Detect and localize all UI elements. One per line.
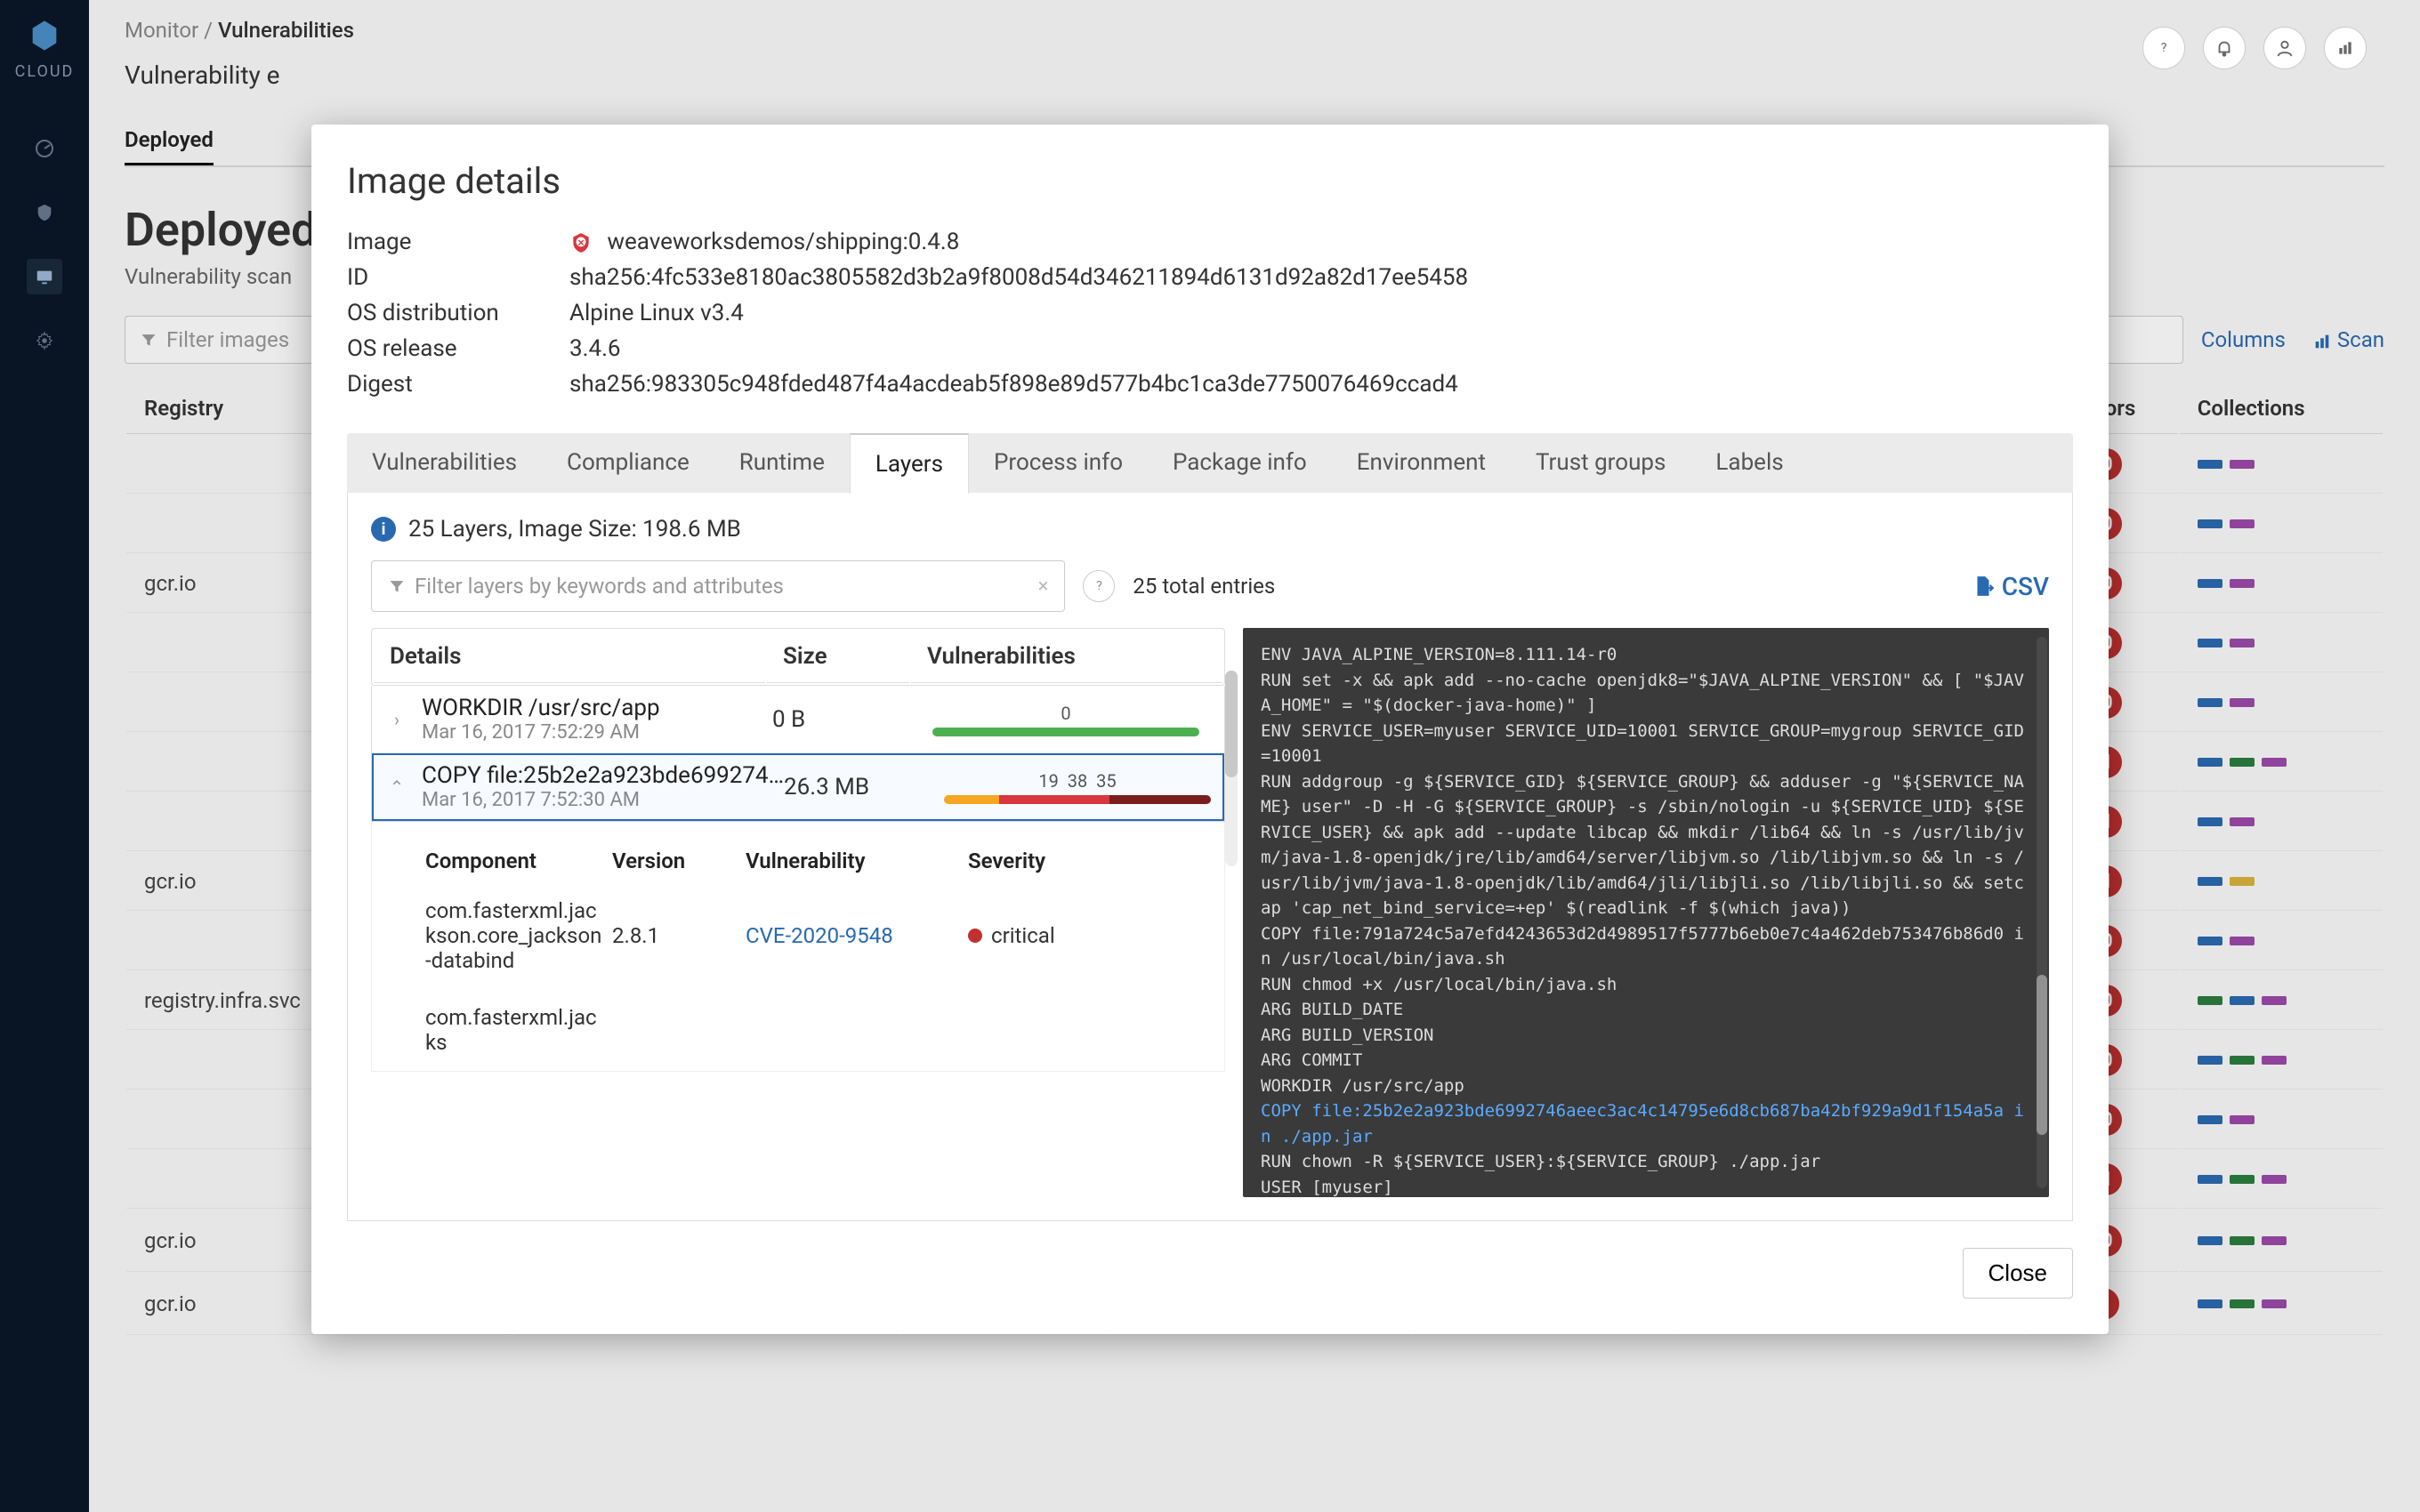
th-details[interactable]: Details [374, 631, 765, 683]
layers-table: Details Size Vulnerabilities [371, 628, 1225, 686]
modal-title: Image details [347, 160, 2073, 202]
meta-digest: sha256:983305c948fded487f4a4acdeab5f898e… [569, 371, 2073, 398]
svg-text:✕: ✕ [577, 238, 585, 248]
modal-tab-layers[interactable]: Layers [850, 433, 969, 494]
severity-cell: critical [968, 923, 1128, 948]
modal-tab-trust-groups[interactable]: Trust groups [1511, 433, 1690, 493]
severity-dot-icon [968, 929, 982, 943]
dockerfile-scrollbar[interactable] [2037, 637, 2047, 1188]
th-size[interactable]: Size [767, 631, 909, 683]
modal-tab-environment[interactable]: Environment [1332, 433, 1511, 493]
layer-expanded-panel: Component Version Vulnerability Severity… [371, 822, 1225, 1072]
info-icon: i [371, 517, 396, 542]
close-button[interactable]: Close [1963, 1248, 2073, 1299]
image-meta: Image ✕ weaveworksdemos/shipping:0.4.8 I… [347, 229, 2073, 398]
modal-overlay: Image details Image ✕ weaveworksdemos/sh… [0, 0, 2420, 1512]
layer-row[interactable]: ⌃ COPY file:25b2e2a923bde699274…Mar 16, … [372, 753, 1224, 821]
modal-tabs: VulnerabilitiesComplianceRuntimeLayersPr… [347, 433, 2073, 493]
component-row: com.fasterxml.jackson.core_jackson-datab… [425, 882, 1198, 989]
filter-layers-input[interactable]: Filter layers by keywords and attributes… [371, 560, 1065, 612]
modal-tab-runtime[interactable]: Runtime [714, 433, 850, 493]
filter-help-icon[interactable]: ? [1083, 570, 1115, 602]
image-details-modal: Image details Image ✕ weaveworksdemos/sh… [311, 125, 2109, 1334]
cve-link[interactable]: CVE-2020-9548 [746, 923, 893, 948]
th-vulnerabilities[interactable]: Vulnerabilities [911, 631, 1222, 683]
th-version[interactable]: Version [612, 848, 737, 873]
layer-row[interactable]: › WORKDIR /usr/src/appMar 16, 2017 7:52:… [372, 686, 1224, 753]
export-csv-button[interactable]: CSV [1972, 572, 2049, 601]
modal-tab-labels[interactable]: Labels [1690, 433, 1808, 493]
csv-icon [1972, 575, 1995, 598]
meta-id: sha256:4fc533e8180ac3805582d3b2a9f8008d5… [569, 264, 2073, 291]
th-severity[interactable]: Severity [968, 848, 1128, 873]
modal-tab-compliance[interactable]: Compliance [542, 433, 714, 493]
layers-scrollbar[interactable] [1225, 671, 1238, 866]
meta-os-dist: Alpine Linux v3.4 [569, 300, 2073, 326]
total-entries: 25 total entries [1133, 574, 1275, 599]
th-vulnerability[interactable]: Vulnerability [746, 848, 959, 873]
meta-os-rel: 3.4.6 [569, 335, 2073, 362]
meta-image: ✕ weaveworksdemos/shipping:0.4.8 [569, 229, 2073, 255]
th-component[interactable]: Component [425, 848, 603, 873]
modal-tab-vulnerabilities[interactable]: Vulnerabilities [347, 433, 542, 493]
modal-tab-package-info[interactable]: Package info [1148, 433, 1332, 493]
dockerfile-viewer[interactable]: ENV JAVA_ALPINE_VERSION=8.111.14-r0 RUN … [1243, 628, 2049, 1197]
layers-info: i 25 Layers, Image Size: 198.6 MB [371, 516, 2049, 543]
modal-tab-process-info[interactable]: Process info [969, 433, 1148, 493]
shield-warning-icon: ✕ [569, 231, 593, 254]
clear-filter-icon[interactable]: × [1038, 575, 1049, 598]
component-row: com.fasterxml.jacks [425, 989, 1198, 1071]
filter-icon [388, 577, 406, 595]
